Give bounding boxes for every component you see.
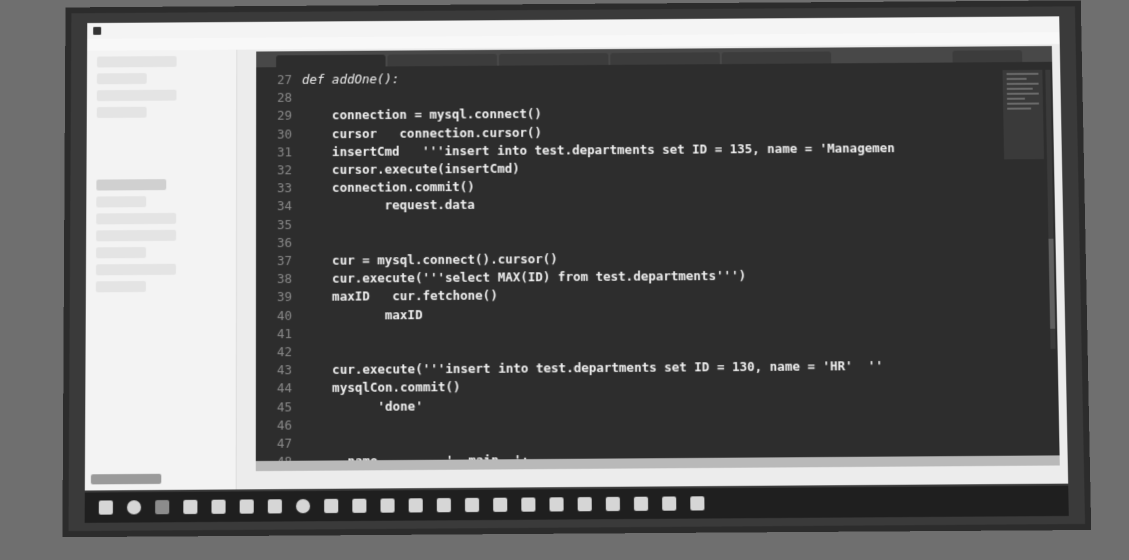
code-text: cursor connection.cursor() xyxy=(301,124,543,141)
app-icon[interactable] xyxy=(493,497,508,512)
browser-icon[interactable] xyxy=(183,499,198,515)
editor-tab[interactable] xyxy=(498,53,609,66)
app-icon[interactable] xyxy=(605,496,620,512)
app-icon xyxy=(93,26,102,35)
explorer-item[interactable] xyxy=(96,196,147,208)
line-number: 37 xyxy=(276,253,292,269)
explorer-icon[interactable] xyxy=(211,499,226,514)
editor-tab[interactable] xyxy=(952,50,1023,63)
line-number: 29 xyxy=(276,108,293,124)
screen: 27 def addOne(): 28 29 connection = mysql.c… xyxy=(84,16,1069,491)
app-icon[interactable] xyxy=(549,497,564,512)
explorer-item[interactable] xyxy=(96,56,177,68)
app-icon[interactable] xyxy=(633,496,649,511)
chrome-icon[interactable] xyxy=(295,499,311,514)
status-chip xyxy=(90,473,162,485)
vertical-scrollbar[interactable] xyxy=(1045,69,1056,349)
explorer-item[interactable] xyxy=(96,229,177,242)
line-number: 31 xyxy=(276,144,293,160)
explorer-item-selected[interactable] xyxy=(96,179,167,191)
code-text: cur = mysql.connect().cursor() xyxy=(301,251,558,268)
line-number: 45 xyxy=(276,398,292,415)
code-area[interactable]: 27 def addOne(): 28 29 connection = mysql.c… xyxy=(256,66,1000,461)
code-text: cursor.execute(insertCmd) xyxy=(301,160,520,178)
line-number: 38 xyxy=(276,271,292,287)
app-icon[interactable] xyxy=(436,498,451,513)
taskbar xyxy=(84,485,1069,523)
mail-icon[interactable] xyxy=(239,499,254,514)
search-icon[interactable] xyxy=(126,500,142,515)
code-text: maxID xyxy=(302,306,423,323)
explorer-item[interactable] xyxy=(96,89,177,102)
line-number: 42 xyxy=(276,344,292,360)
code-text: connection.commit() xyxy=(301,179,475,196)
editor-tab-bar xyxy=(256,46,1053,68)
line-number: 32 xyxy=(276,162,293,178)
minimap[interactable] xyxy=(1002,69,1044,160)
line-number: 35 xyxy=(276,216,292,232)
explorer-item[interactable] xyxy=(95,263,176,276)
app-icon[interactable] xyxy=(690,496,705,511)
code-editor[interactable]: 27 def addOne(): 28 29 connection = mysql.c… xyxy=(255,46,1060,462)
explorer-item[interactable] xyxy=(96,212,177,225)
line-number: 28 xyxy=(277,90,293,106)
editor-tab[interactable] xyxy=(276,54,386,68)
app-icon[interactable] xyxy=(464,497,480,513)
app-icon[interactable] xyxy=(408,498,423,513)
scrollbar-thumb[interactable] xyxy=(1048,238,1056,329)
line-number: 41 xyxy=(276,325,292,342)
line-number: 47 xyxy=(276,435,292,451)
line-number: 34 xyxy=(276,198,292,214)
code-text: maxID cur.fetchone() xyxy=(301,287,498,305)
app-icon[interactable] xyxy=(577,497,592,512)
explorer-item[interactable] xyxy=(96,247,147,259)
line-number: 36 xyxy=(276,234,292,250)
editor-tab[interactable] xyxy=(721,51,832,65)
store-icon[interactable] xyxy=(267,499,282,514)
explorer-item[interactable] xyxy=(96,106,147,118)
code-text: mysqlCon.commit() xyxy=(302,379,461,396)
line-number: 39 xyxy=(276,289,292,305)
line-number: 30 xyxy=(276,126,293,142)
task-view-icon[interactable] xyxy=(155,500,170,515)
code-text: 'done' xyxy=(302,398,423,415)
app-icon[interactable] xyxy=(352,498,367,513)
line-number: 33 xyxy=(276,180,292,196)
monitor-photo: 27 def addOne(): 28 29 connection = mysql.c… xyxy=(68,6,1086,532)
code-text: cur.execute('''select MAX(ID) from test.… xyxy=(301,268,747,287)
line-number: 44 xyxy=(276,380,292,396)
line-number: 27 xyxy=(277,72,293,88)
editor-tab[interactable] xyxy=(610,52,720,65)
file-explorer-panel xyxy=(84,49,238,491)
explorer-item[interactable] xyxy=(95,280,146,293)
editor-tab[interactable] xyxy=(387,53,497,67)
explorer-item[interactable] xyxy=(96,73,147,85)
app-icon[interactable] xyxy=(380,498,395,513)
start-icon[interactable] xyxy=(98,500,113,515)
code-text: request.data xyxy=(301,197,475,214)
code-text: def addOne(): xyxy=(301,71,400,87)
app-icon[interactable] xyxy=(662,496,677,511)
line-number: 43 xyxy=(276,362,292,378)
code-text: connection = mysql.connect() xyxy=(301,106,542,123)
line-number: 46 xyxy=(276,417,292,433)
app-icon[interactable] xyxy=(324,498,339,514)
line-number: 40 xyxy=(276,307,292,323)
app-icon[interactable] xyxy=(521,497,536,512)
